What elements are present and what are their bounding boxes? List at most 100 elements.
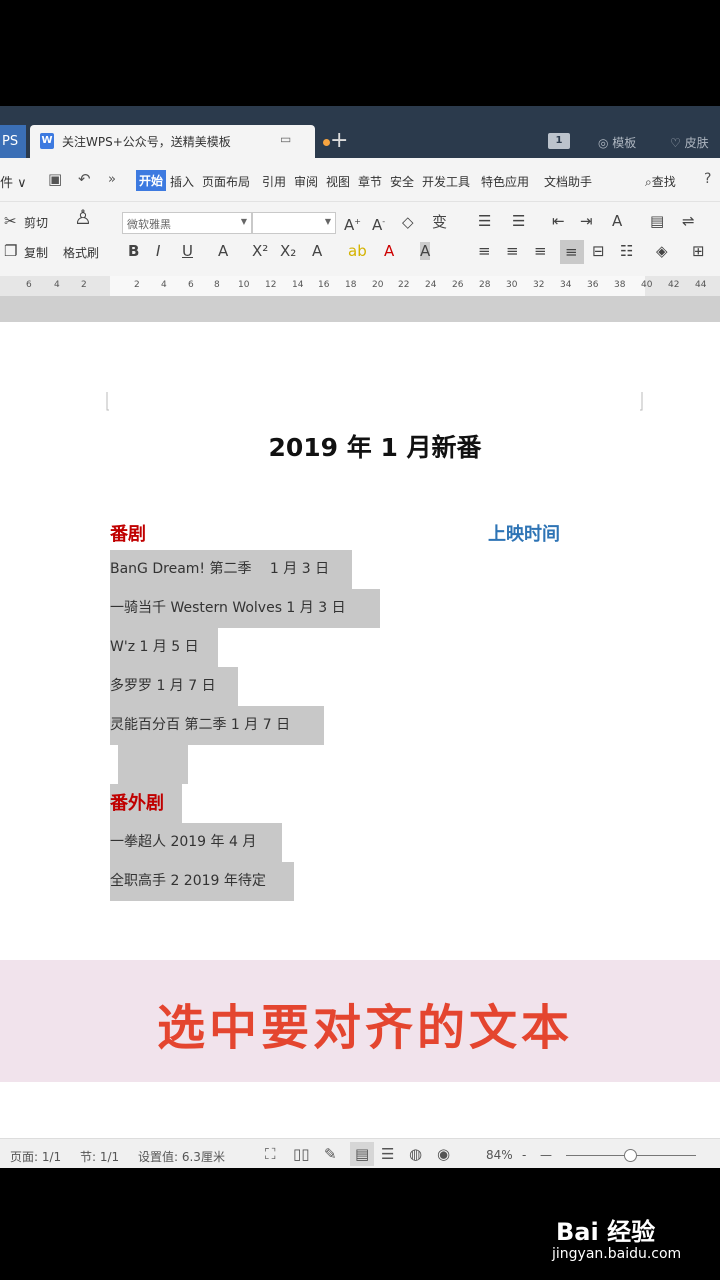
numbered-list-icon[interactable]: ☰: [512, 212, 525, 230]
menu-security[interactable]: 安全: [390, 173, 414, 190]
strikethrough-icon[interactable]: A: [218, 242, 228, 260]
menu-doc-assistant[interactable]: 文档助手: [544, 173, 592, 190]
templates-label: 模板: [612, 136, 637, 150]
highlight-icon[interactable]: ab: [348, 242, 367, 260]
zoom-slider-handle[interactable]: [624, 1149, 637, 1162]
page-count[interactable]: 页面: 1/1: [10, 1148, 61, 1165]
menu-review[interactable]: 审阅: [294, 173, 318, 190]
eye-protection-icon[interactable]: ◉: [437, 1145, 450, 1163]
text-effect-icon[interactable]: A: [312, 242, 322, 260]
app-tab-wps[interactable]: PS: [0, 125, 26, 158]
font-color-icon[interactable]: A: [384, 242, 394, 260]
outline-view-icon[interactable]: ☰: [381, 1145, 394, 1163]
justify-button[interactable]: ≡: [560, 240, 584, 264]
horizontal-ruler[interactable]: 6 4 2 2 4 6 8 10 12 14 16 18 20 22 24 26…: [0, 276, 720, 296]
menu-insert[interactable]: 插入: [170, 173, 194, 190]
save-icon[interactable]: ▣: [48, 170, 62, 188]
search-button[interactable]: ⌕查找: [645, 173, 676, 190]
document-title[interactable]: 2019 年 1 月新番: [0, 428, 720, 464]
ruler-tick: 44: [695, 280, 707, 290]
italic-icon[interactable]: I: [156, 242, 160, 260]
unsaved-dot-icon: [323, 139, 330, 146]
ruler-tick: 4: [54, 280, 60, 290]
line-spacing-icon[interactable]: ☷: [620, 242, 633, 260]
distributed-icon[interactable]: ⊟: [592, 242, 605, 260]
chinese-layout-icon[interactable]: A: [612, 212, 622, 230]
scissors-icon[interactable]: ✂: [4, 212, 17, 230]
ruler-tick: 34: [560, 280, 572, 290]
status-bar: 页面: 1/1 节: 1/1 设置值: 6.3厘米 ⛶ ▯▯ ✎ ▤ ☰ ◍ ◉…: [0, 1138, 720, 1168]
grow-font-icon[interactable]: A+: [344, 213, 361, 234]
pencil-icon[interactable]: ✎: [324, 1145, 337, 1163]
section-count[interactable]: 节: 1/1: [80, 1148, 119, 1165]
show-marks-icon[interactable]: ▤: [650, 212, 664, 230]
borders-icon[interactable]: ⊞: [692, 242, 705, 260]
window-count-badge[interactable]: 1: [548, 133, 570, 149]
font-name-select[interactable]: 微软雅黑 ▼: [122, 212, 252, 234]
zoom-menu[interactable]: -: [522, 1148, 526, 1162]
tutorial-caption-banner: 选中要对齐的文本: [0, 960, 720, 1082]
wps-writer-icon: W: [40, 133, 54, 149]
char-shading-icon[interactable]: A: [420, 242, 431, 260]
ruler-tick: 4: [161, 280, 167, 290]
document-tab[interactable]: W 关注WPS+公众号，送精美模板 ▭: [30, 125, 330, 158]
column-heading-release-time[interactable]: 上映时间: [488, 520, 560, 546]
menu-start[interactable]: 开始: [136, 170, 167, 191]
align-right-icon[interactable]: ≡: [534, 242, 547, 260]
shading-icon[interactable]: ◈: [656, 242, 668, 260]
decrease-indent-icon[interactable]: ⇤: [552, 212, 565, 230]
bold-icon[interactable]: B: [128, 242, 139, 260]
fullscreen-icon[interactable]: ⛶: [265, 1145, 276, 1163]
selected-text-line[interactable]: W'z 1 月 5 日: [110, 628, 218, 667]
shrink-font-icon[interactable]: A-: [372, 213, 385, 234]
section-heading-anime[interactable]: 番剧: [110, 520, 146, 546]
copy-label[interactable]: 复制: [24, 244, 48, 261]
menu-references[interactable]: 引用: [262, 173, 286, 190]
subscript-icon[interactable]: X₂: [280, 242, 296, 260]
reading-mode-icon[interactable]: ▯▯: [293, 1145, 310, 1163]
align-center-icon[interactable]: ≡: [506, 242, 519, 260]
underline-icon[interactable]: U: [182, 242, 193, 260]
selected-text-line[interactable]: 全职高手 2 2019 年待定: [110, 862, 294, 901]
menu-developer[interactable]: 开发工具: [422, 173, 470, 190]
selected-text-line[interactable]: 多罗罗 1 月 7 日: [110, 667, 238, 706]
menu-page-layout[interactable]: 页面布局: [202, 173, 250, 190]
cut-label[interactable]: 剪切: [24, 214, 48, 231]
format-painter-label[interactable]: 格式刷: [63, 244, 99, 261]
templates-button[interactable]: ◎ 模板: [598, 134, 636, 151]
bullet-list-icon[interactable]: ☰: [478, 212, 491, 230]
setting-value[interactable]: 设置值: 6.3厘米: [138, 1148, 225, 1165]
menu-sections[interactable]: 章节: [358, 173, 382, 190]
brush-icon[interactable]: ♙: [74, 207, 92, 227]
more-icon[interactable]: »: [108, 172, 116, 187]
page-view-button[interactable]: ▤: [350, 1142, 374, 1166]
skin-button[interactable]: ♡ 皮肤: [670, 134, 709, 151]
phonetic-icon[interactable]: 变: [432, 213, 447, 231]
help-icon[interactable]: ?: [704, 171, 711, 187]
selected-text-line[interactable]: 灵能百分百 第二季 1 月 7 日: [110, 706, 324, 745]
zoom-level[interactable]: 84%: [486, 1148, 513, 1162]
font-size-select[interactable]: ▼: [252, 212, 336, 234]
sort-icon[interactable]: ⇌: [682, 212, 695, 230]
undo-icon[interactable]: ↶: [78, 170, 91, 188]
selected-text-line[interactable]: BanG Dream! 第二季 1 月 3 日: [110, 550, 352, 589]
page-gap: [0, 296, 720, 322]
web-view-icon[interactable]: ◍: [409, 1145, 422, 1163]
superscript-icon[interactable]: X²: [252, 242, 268, 260]
align-left-icon[interactable]: ≡: [478, 242, 491, 260]
selected-text-line[interactable]: 一拳超人 2019 年 4 月: [110, 823, 282, 862]
menu-view[interactable]: 视图: [326, 173, 350, 190]
increase-indent-icon[interactable]: ⇥: [580, 212, 593, 230]
monitor-icon[interactable]: ▭: [280, 132, 291, 146]
menu-special-apps[interactable]: 特色应用: [481, 173, 529, 190]
zoom-out-button[interactable]: —: [540, 1148, 552, 1162]
copy-icon[interactable]: ❐: [4, 242, 17, 260]
search-label: 查找: [651, 175, 676, 189]
file-menu[interactable]: 件 ∨: [0, 172, 27, 191]
selected-empty-line[interactable]: [118, 745, 188, 784]
selected-text-line[interactable]: 一骑当千 Western Wolves 1 月 3 日: [110, 589, 380, 628]
clear-format-icon[interactable]: ◇: [402, 213, 414, 231]
new-tab-button[interactable]: +: [330, 128, 348, 153]
section-heading-extra[interactable]: 番外剧: [110, 784, 182, 823]
ruler-tick: 16: [318, 280, 330, 290]
